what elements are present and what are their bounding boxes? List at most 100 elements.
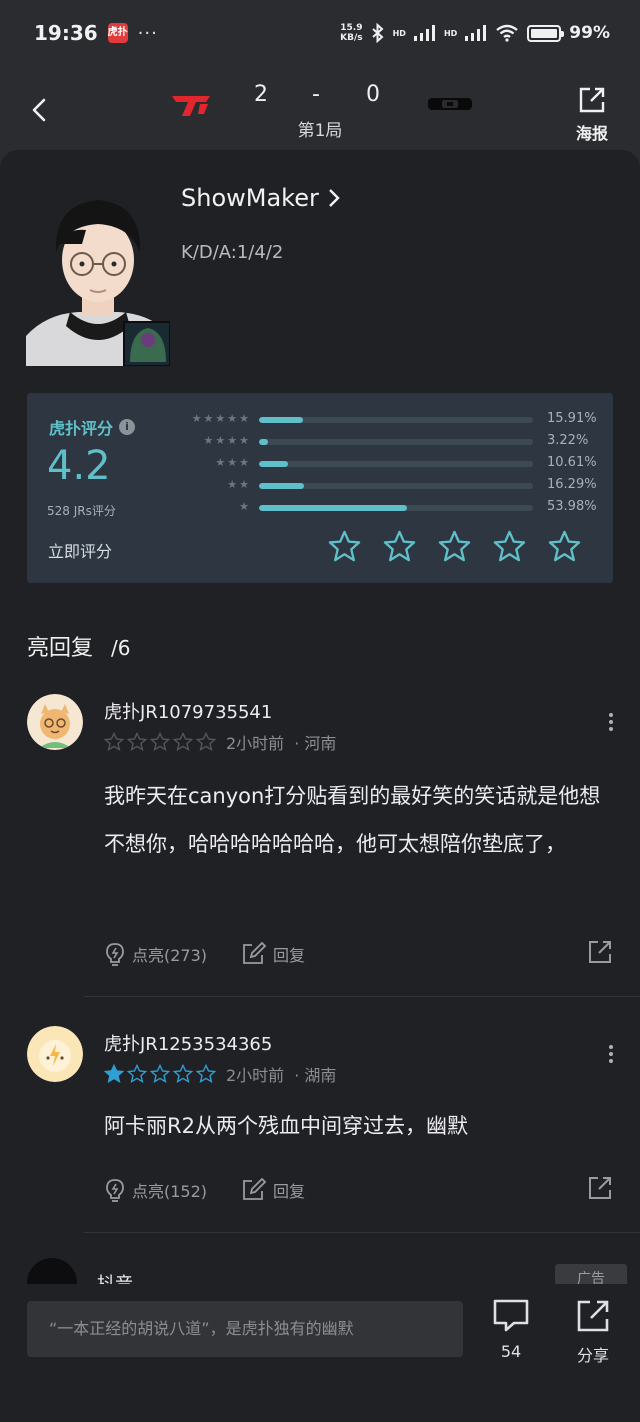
star-empty-icon bbox=[127, 732, 147, 752]
battery-level: 99% bbox=[569, 23, 610, 43]
battery-icon bbox=[527, 24, 565, 42]
reply-button[interactable]: 回复 bbox=[241, 942, 305, 966]
hd-label-2: HD bbox=[443, 28, 458, 38]
user-avatar[interactable] bbox=[27, 694, 83, 750]
network-speed-value: 15.9 bbox=[340, 23, 363, 33]
hd-label: HD bbox=[392, 28, 406, 38]
bar-percent: 53.98% bbox=[547, 499, 597, 514]
star-empty-icon bbox=[104, 732, 124, 752]
rate-star-4-icon[interactable] bbox=[492, 529, 527, 564]
bar-track bbox=[259, 417, 533, 423]
rating-distribution: ★★★★★ 15.91% ★★★★ 3.22% ★★★ 10.61% ★★ 16… bbox=[177, 409, 597, 519]
star-empty-icon bbox=[150, 732, 170, 752]
more-options-icon[interactable] bbox=[606, 1042, 616, 1066]
rate-star-5-icon[interactable] bbox=[547, 529, 582, 564]
lightbulb-icon bbox=[106, 943, 124, 966]
reply-label: 回复 bbox=[273, 1182, 306, 1201]
bluetooth-icon bbox=[371, 23, 384, 43]
reply-text: 我昨天在canyon打分贴看到的最好笑的笑话就是他想不想你，哈哈哈哈哈哈哈，他可… bbox=[104, 784, 601, 856]
rate-star-2-icon[interactable] bbox=[382, 529, 417, 564]
star-empty-icon bbox=[150, 1064, 170, 1084]
rating-brand: 虎扑评分 i bbox=[49, 415, 136, 439]
bar-percent: 15.91% bbox=[547, 411, 597, 426]
more-notifications-icon: ··· bbox=[137, 22, 158, 44]
ad-tag: 广告 bbox=[555, 1264, 627, 1284]
player-avatar[interactable] bbox=[26, 186, 170, 366]
share-out-icon bbox=[577, 1300, 609, 1332]
rate-star-3-icon[interactable] bbox=[437, 529, 472, 564]
rating-score: 4.2 bbox=[47, 443, 111, 489]
bar-stars: ★★★ bbox=[215, 456, 251, 469]
bottom-bar: “一本正经的胡说八道”，是虎扑独有的幽默 54 分享 bbox=[0, 1284, 640, 1422]
wifi-icon bbox=[496, 24, 519, 42]
bar-stars: ★★★★★ bbox=[191, 412, 251, 425]
bar-track bbox=[259, 505, 533, 511]
opponent-team-logo[interactable] bbox=[426, 94, 474, 114]
comment-input[interactable]: “一本正经的胡说八道”，是虎扑独有的幽默 bbox=[27, 1301, 463, 1357]
douyin-logo-icon bbox=[27, 1258, 77, 1284]
score-left: 2 bbox=[254, 82, 268, 107]
game-number-label: 第1局 bbox=[297, 121, 343, 141]
user-avatar[interactable] bbox=[27, 1026, 83, 1082]
bar-track bbox=[259, 483, 533, 489]
like-button[interactable]: 点亮(273) bbox=[104, 942, 207, 966]
poster-label: 海报 bbox=[575, 124, 608, 143]
player-kda: K/D/A:1/4/2 bbox=[181, 242, 284, 263]
replies-count: /6 bbox=[111, 636, 131, 660]
bar-percent: 16.29% bbox=[547, 477, 597, 492]
reply-time: 2小时前 bbox=[226, 734, 285, 753]
bar-stars: ★★★★ bbox=[203, 434, 251, 447]
reply-button[interactable]: 回复 bbox=[241, 1178, 305, 1202]
poster-button[interactable]: 海报 bbox=[570, 86, 614, 144]
bar-percent: 10.61% bbox=[547, 455, 597, 470]
like-label: 点亮(152) bbox=[132, 1182, 208, 1201]
player-name: ShowMaker bbox=[181, 184, 319, 212]
share-button[interactable]: 分享 bbox=[563, 1298, 623, 1366]
share-out-icon bbox=[579, 87, 605, 113]
ad-name: 抖音 bbox=[97, 1270, 133, 1284]
reply-item: 虎扑JR1253534365 2小时前 · 湖南 阿卡丽R2从两个残血中间穿过去… bbox=[0, 1022, 640, 1232]
bar-track bbox=[259, 439, 533, 445]
comment-count: 54 bbox=[500, 1342, 522, 1361]
edit-icon bbox=[243, 1178, 267, 1200]
score-right: 0 bbox=[366, 82, 380, 107]
more-options-icon[interactable] bbox=[606, 710, 616, 734]
bar-track bbox=[259, 461, 533, 467]
bar-stars: ★★ bbox=[227, 478, 251, 491]
network-speed-unit: KB/s bbox=[340, 33, 363, 43]
comments-button[interactable]: 54 bbox=[481, 1298, 541, 1361]
score-separator: - bbox=[312, 82, 320, 107]
reply-meta: 2小时前 · 湖南 bbox=[104, 1062, 336, 1086]
rate-star-1-icon[interactable] bbox=[327, 529, 362, 564]
reply-rating-stars bbox=[104, 732, 216, 752]
status-bar: 19:36 虎扑 ··· 15.9 KB/s HD HD 99% bbox=[0, 0, 640, 66]
reply-username[interactable]: 虎扑JR1253534365 bbox=[104, 1030, 272, 1056]
share-label: 分享 bbox=[576, 1346, 609, 1365]
share-icon[interactable] bbox=[588, 1176, 612, 1200]
reply-actions: 点亮(152) 回复 bbox=[104, 1178, 305, 1202]
rating-bar-1: ★ 53.98% bbox=[177, 497, 597, 519]
ad-item[interactable]: 抖音 广告 bbox=[27, 1258, 627, 1284]
replies-heading: 亮回复 /6 bbox=[27, 630, 130, 662]
rate-now-label: 立即评分 bbox=[48, 542, 113, 561]
rating-bar-4: ★★★★ 3.22% bbox=[177, 431, 597, 453]
status-icons: 15.9 KB/s HD HD 99% bbox=[340, 23, 610, 43]
t1-team-logo[interactable] bbox=[170, 92, 214, 118]
like-button[interactable]: 点亮(152) bbox=[104, 1178, 207, 1202]
star-empty-icon bbox=[173, 1064, 193, 1084]
player-name-link[interactable]: ShowMaker bbox=[181, 184, 341, 212]
network-speed: 15.9 KB/s bbox=[340, 23, 362, 43]
bar-fill bbox=[259, 505, 407, 511]
like-label: 点亮(273) bbox=[132, 946, 208, 965]
replies-title: 亮回复 bbox=[27, 636, 94, 661]
reply-username[interactable]: 虎扑JR1079735541 bbox=[104, 698, 272, 724]
match-header: 2 - 0 第1局 海报 bbox=[0, 66, 640, 150]
reply-time: 2小时前 bbox=[226, 1066, 285, 1085]
share-icon[interactable] bbox=[588, 940, 612, 964]
star-filled-icon bbox=[104, 1064, 124, 1084]
reply-meta: 2小时前 · 河南 bbox=[104, 730, 336, 754]
rating-bar-3: ★★★ 10.61% bbox=[177, 453, 597, 475]
edit-icon bbox=[243, 942, 267, 964]
star-empty-icon bbox=[127, 1064, 147, 1084]
info-icon[interactable]: i bbox=[119, 419, 136, 435]
